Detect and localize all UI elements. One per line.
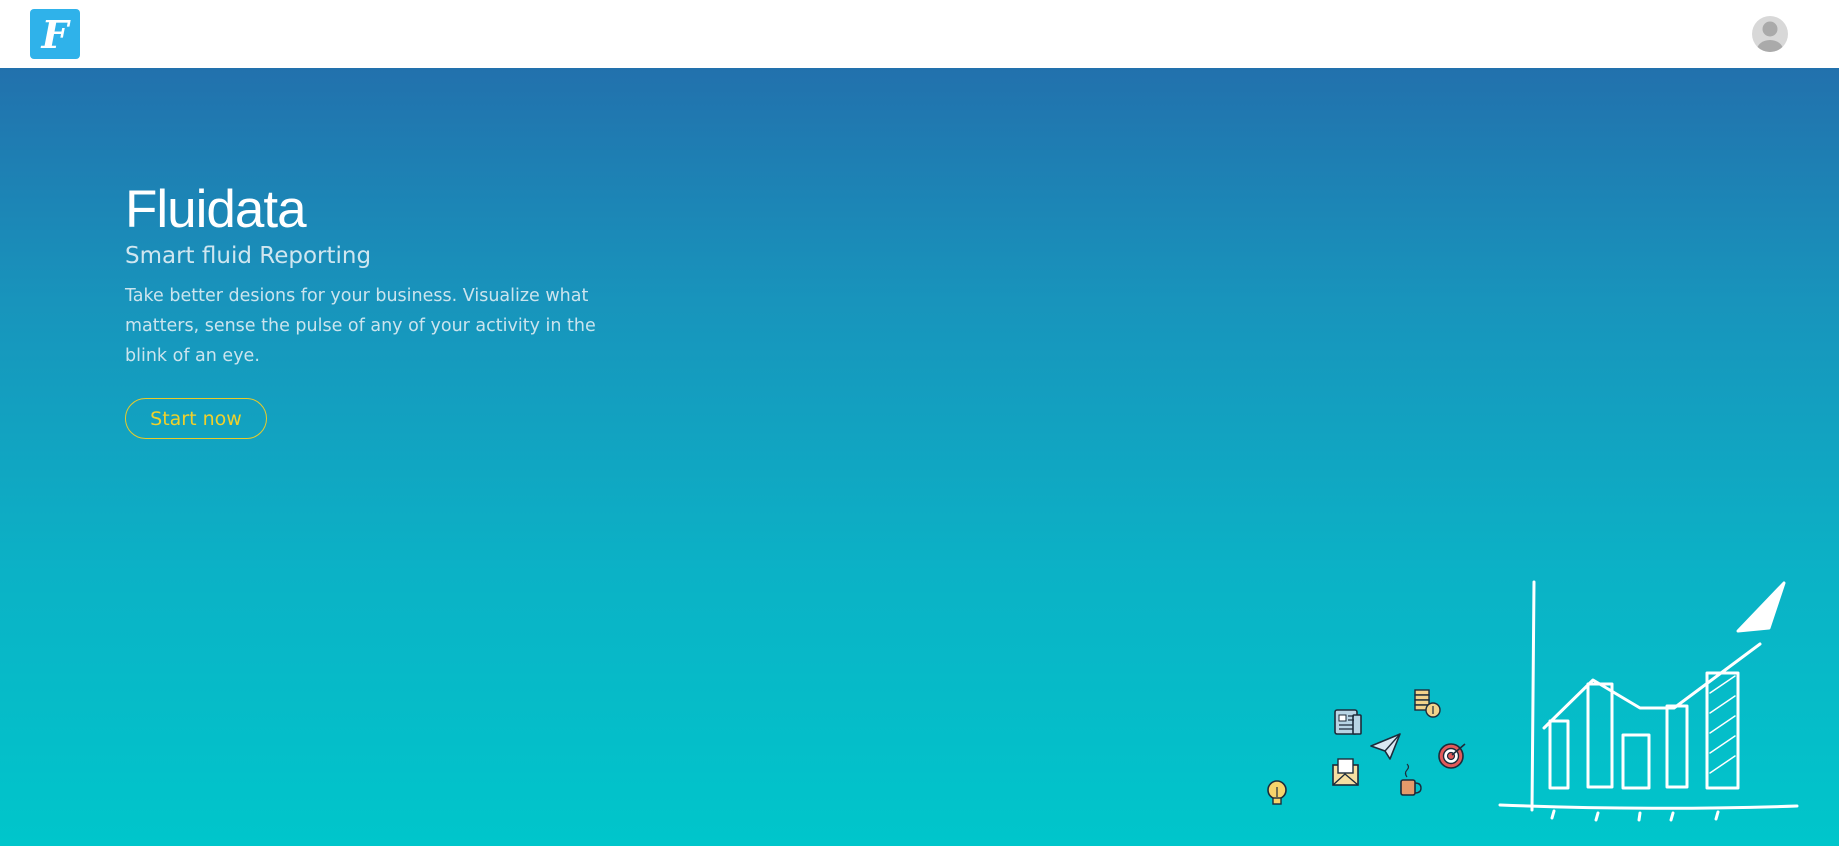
user-avatar-icon[interactable] xyxy=(1752,16,1788,52)
envelope-icon xyxy=(1332,758,1359,786)
newspaper-icon xyxy=(1334,709,1362,735)
hero-section: Fluidata Smart fluid Reporting Take bett… xyxy=(0,68,1839,846)
app-logo[interactable]: F xyxy=(30,9,80,59)
top-navbar: F xyxy=(0,0,1839,68)
coins-icon xyxy=(1414,689,1441,718)
logo-letter: F xyxy=(41,12,69,57)
lightbulb-icon xyxy=(1267,780,1287,805)
hero-illustration xyxy=(1267,580,1799,822)
paper-plane-icon xyxy=(1370,733,1401,760)
growth-chart-icon xyxy=(1498,580,1799,822)
target-icon xyxy=(1438,743,1466,769)
coffee-cup-icon xyxy=(1400,763,1422,796)
